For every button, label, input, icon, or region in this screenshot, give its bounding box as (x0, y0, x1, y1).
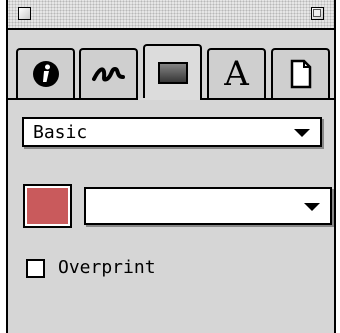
text-icon: A (224, 54, 249, 94)
document-icon (290, 59, 311, 89)
overprint-label: Overprint (58, 257, 156, 278)
tab-fill[interactable] (143, 44, 202, 100)
overprint-checkbox[interactable] (26, 259, 45, 278)
fill-type-select[interactable]: Basic (22, 117, 322, 147)
palette-title-bar[interactable] (8, 0, 334, 30)
fill-color-select[interactable] (84, 187, 332, 225)
active-tab-gap (138, 98, 193, 100)
chevron-down-icon (294, 129, 310, 137)
tab-document[interactable] (271, 48, 330, 98)
chevron-down-icon (304, 203, 320, 211)
tab-object-info[interactable] (16, 48, 75, 98)
stroke-icon (91, 66, 125, 82)
fill-color-swatch[interactable] (23, 184, 72, 228)
tab-text[interactable]: A (207, 48, 266, 98)
fill-icon (157, 62, 188, 84)
tab-stroke[interactable] (79, 48, 138, 98)
zoom-box-icon[interactable] (311, 7, 324, 20)
close-box-icon[interactable] (18, 7, 31, 20)
inspector-palette: A Basic Overprint (6, 0, 336, 333)
fill-type-value: Basic (33, 122, 88, 143)
info-icon (32, 61, 59, 87)
